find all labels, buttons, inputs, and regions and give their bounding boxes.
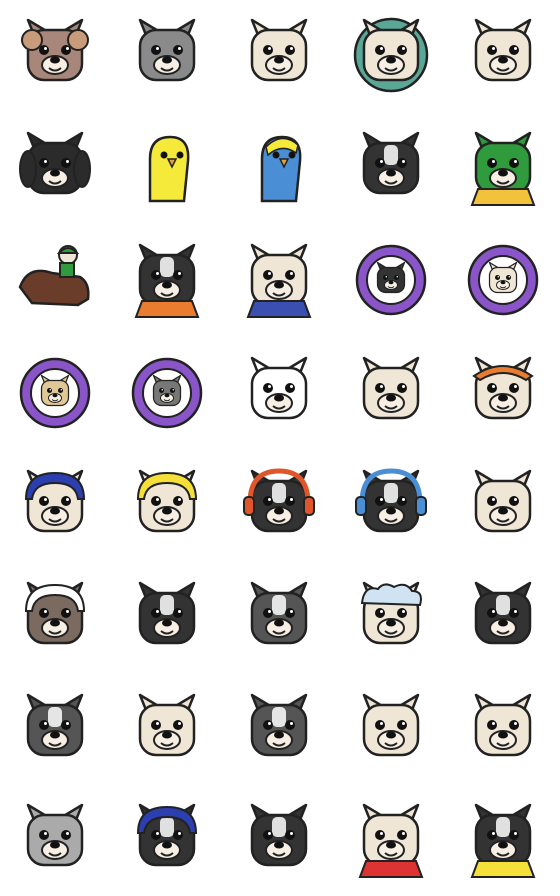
- shampoo-dog-sticker[interactable]: [335, 562, 447, 674]
- lion-mane-dog-sticker[interactable]: [335, 0, 447, 111]
- surprised-dog-icon: [138, 18, 196, 82]
- purple-ring-pug-sticker[interactable]: [335, 224, 447, 336]
- sleepy-dog-sticker[interactable]: [447, 450, 559, 562]
- yellow-parakeet-sticker[interactable]: [111, 112, 223, 224]
- yellow-cape-dog-sticker[interactable]: [447, 784, 559, 896]
- hooded-dog-icon: [138, 581, 196, 645]
- raised-fist-dog-icon: [474, 18, 532, 82]
- purple-ring-pug-icon: [355, 244, 427, 316]
- red-cape-dog-sticker[interactable]: [335, 784, 447, 896]
- poodle-sticker[interactable]: [0, 0, 111, 111]
- poodle-icon: [21, 18, 89, 82]
- kimono-fan-dog-icon: [134, 243, 200, 318]
- festival-dog-icon: [246, 243, 312, 318]
- bone-dog-spotted-icon: [26, 693, 84, 757]
- bone-dog-spotted-sticker[interactable]: [0, 674, 111, 786]
- jockey-horse-sticker[interactable]: [0, 224, 111, 336]
- heart-dog-sticker[interactable]: [335, 674, 447, 786]
- sleepy-dog-icon: [474, 469, 532, 533]
- grumpy-dog-icon: [26, 803, 84, 867]
- tabby-cat-icon: [24, 581, 86, 645]
- angry-dog-sticker[interactable]: [223, 784, 335, 896]
- purple-ring-ferret-sticker[interactable]: [0, 337, 111, 449]
- festival-dog-sticker[interactable]: [223, 224, 335, 336]
- yellow-cape-dog-icon: [470, 803, 536, 878]
- shampoo-dog-icon: [360, 581, 422, 645]
- bone-dog-icon: [474, 581, 532, 645]
- blue-headphones-dog-icon: [355, 468, 427, 533]
- yellow-parakeet-icon: [148, 135, 190, 203]
- dots-dog-sticker[interactable]: [223, 337, 335, 449]
- blue-parakeet-icon: [260, 135, 302, 203]
- purple-ring-cream-sticker[interactable]: [447, 224, 559, 336]
- heart-dog-icon: [362, 693, 420, 757]
- tabby-cat-sticker[interactable]: [0, 562, 111, 674]
- bandana-dog-sticker[interactable]: [447, 337, 559, 449]
- dots-dog-icon: [250, 356, 308, 420]
- ninja-dog-sticker[interactable]: [111, 784, 223, 896]
- surprised-dog-sticker[interactable]: [111, 0, 223, 111]
- bone-cream-dog-icon: [474, 693, 532, 757]
- headphones-dog-icon: [243, 468, 315, 533]
- boxing-dog-sticker[interactable]: [111, 674, 223, 786]
- hibiscus-dog-icon: [250, 693, 308, 757]
- hibiscus-dog-sticker[interactable]: [223, 674, 335, 786]
- headphones-dog-sticker[interactable]: [223, 450, 335, 562]
- cloaked-dog-icon: [362, 131, 420, 195]
- hooded-dog-sticker[interactable]: [111, 562, 223, 674]
- dragon-costume-sticker[interactable]: [447, 112, 559, 224]
- raised-fist-dog-sticker[interactable]: [447, 0, 559, 111]
- star-helmet-dog-icon: [24, 469, 86, 533]
- purple-ring-cream-icon: [467, 244, 539, 316]
- sticker-sheet: [0, 0, 560, 896]
- dragon-costume-icon: [470, 131, 536, 206]
- red-cape-dog-icon: [358, 803, 424, 878]
- spaniel-wave-sticker[interactable]: [0, 112, 111, 224]
- kimono-fan-dog-sticker[interactable]: [111, 224, 223, 336]
- jockey-horse-icon: [18, 245, 90, 307]
- topknot-dog-sticker[interactable]: [223, 0, 335, 111]
- boxing-dog-icon: [138, 693, 196, 757]
- angry-dog-icon: [250, 803, 308, 867]
- ninja-dog-icon: [136, 803, 198, 867]
- cloaked-dog-sticker[interactable]: [335, 112, 447, 224]
- topknot-dog-icon: [250, 18, 308, 82]
- grumpy-dog-sticker[interactable]: [0, 784, 111, 896]
- purple-ring-bird-icon: [131, 357, 203, 429]
- purple-ring-ferret-icon: [19, 357, 91, 429]
- yellow-helmet-dog-sticker[interactable]: [111, 450, 223, 562]
- bandana-dog-icon: [472, 356, 534, 420]
- blue-parakeet-sticker[interactable]: [223, 112, 335, 224]
- question-dog-icon: [362, 356, 420, 420]
- lion-mane-dog-icon: [353, 17, 429, 93]
- spaniel-wave-icon: [19, 131, 91, 195]
- purple-ring-bird-sticker[interactable]: [111, 337, 223, 449]
- flower-glasses-dog-icon: [250, 581, 308, 645]
- yellow-helmet-dog-icon: [136, 469, 198, 533]
- bone-dog-sticker[interactable]: [447, 562, 559, 674]
- question-dog-sticker[interactable]: [335, 337, 447, 449]
- star-helmet-dog-sticker[interactable]: [0, 450, 111, 562]
- flower-glasses-dog-sticker[interactable]: [223, 562, 335, 674]
- blue-headphones-dog-sticker[interactable]: [335, 450, 447, 562]
- bone-cream-dog-sticker[interactable]: [447, 674, 559, 786]
